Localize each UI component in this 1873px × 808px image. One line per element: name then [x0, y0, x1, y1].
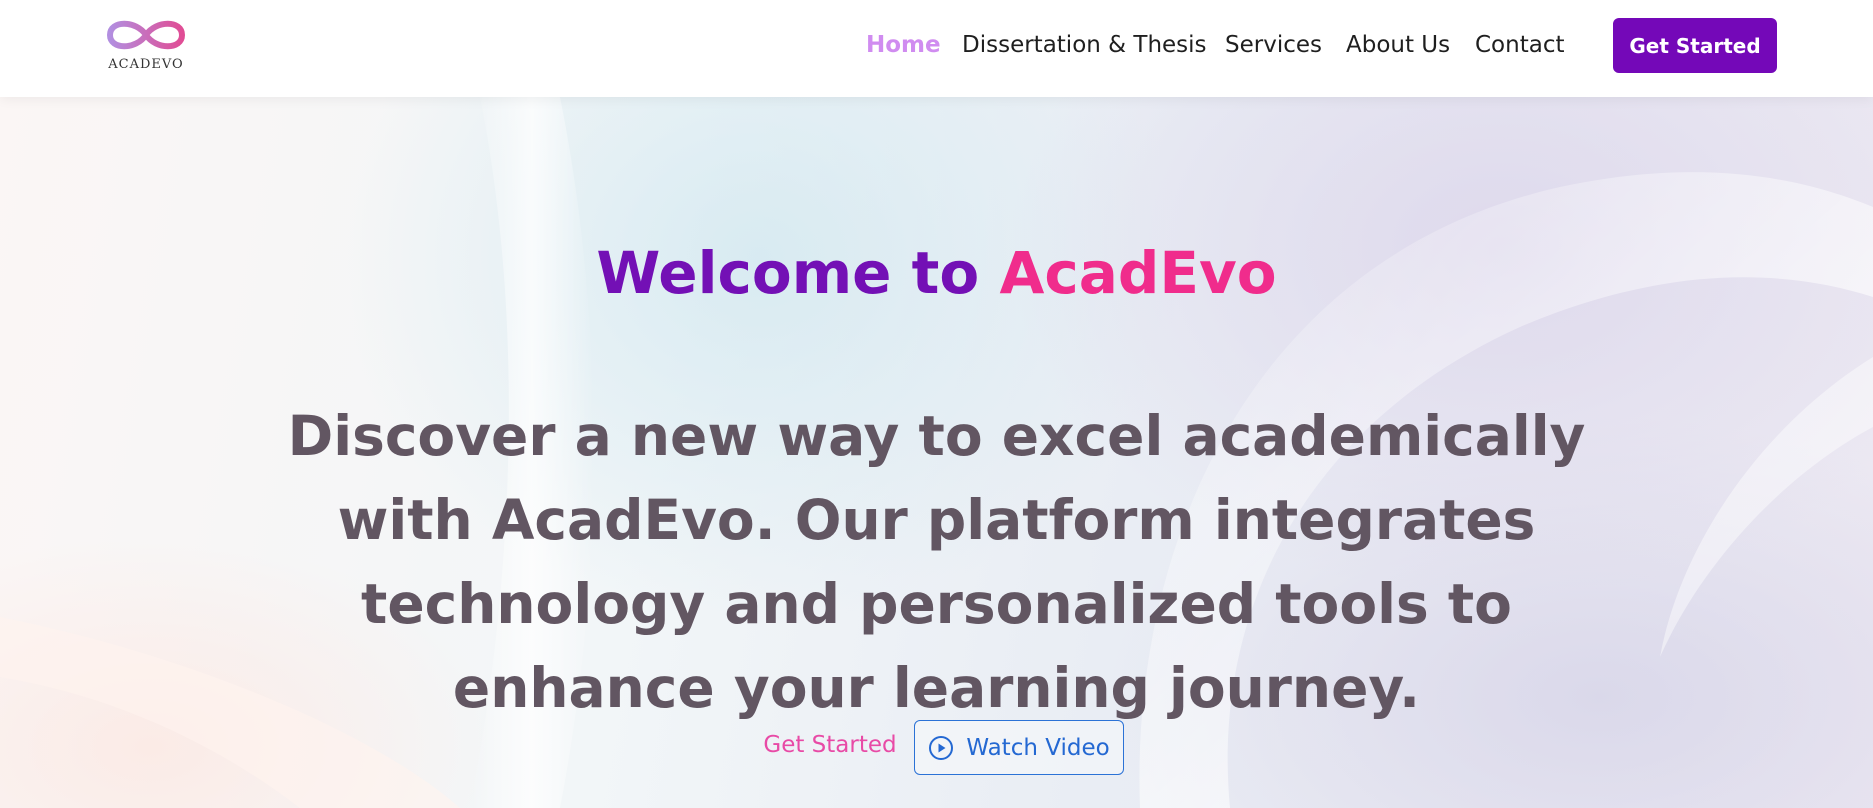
headline-brand: AcadEvo [999, 239, 1277, 307]
logo-wordmark: ACADEVO [108, 57, 184, 72]
headline-welcome: Welcome to [596, 239, 1000, 307]
hero-section: Welcome to AcadEvo Discover a new way to… [0, 97, 1873, 808]
infinity-logo-icon [106, 20, 186, 50]
brand-logo[interactable]: ACADEVO [104, 14, 188, 76]
watch-video-label: Watch Video [966, 734, 1110, 761]
nav-services[interactable]: Services [1225, 28, 1322, 62]
hero-get-started-link[interactable]: Get Started [760, 717, 900, 773]
watch-video-button[interactable]: Watch Video [914, 720, 1124, 775]
nav-home[interactable]: Home [866, 28, 941, 62]
site-header: ACADEVO Home Dissertation & Thesis Servi… [0, 0, 1873, 97]
nav-about-us[interactable]: About Us [1346, 28, 1450, 62]
play-circle-icon [928, 735, 954, 761]
hero-headline: Welcome to AcadEvo [0, 237, 1873, 309]
hero-subtext: Discover a new way to excel academically… [287, 404, 1586, 720]
nav-contact[interactable]: Contact [1475, 28, 1564, 62]
nav-dissertation-thesis[interactable]: Dissertation & Thesis [962, 28, 1207, 62]
header-get-started-button[interactable]: Get Started [1613, 18, 1777, 73]
